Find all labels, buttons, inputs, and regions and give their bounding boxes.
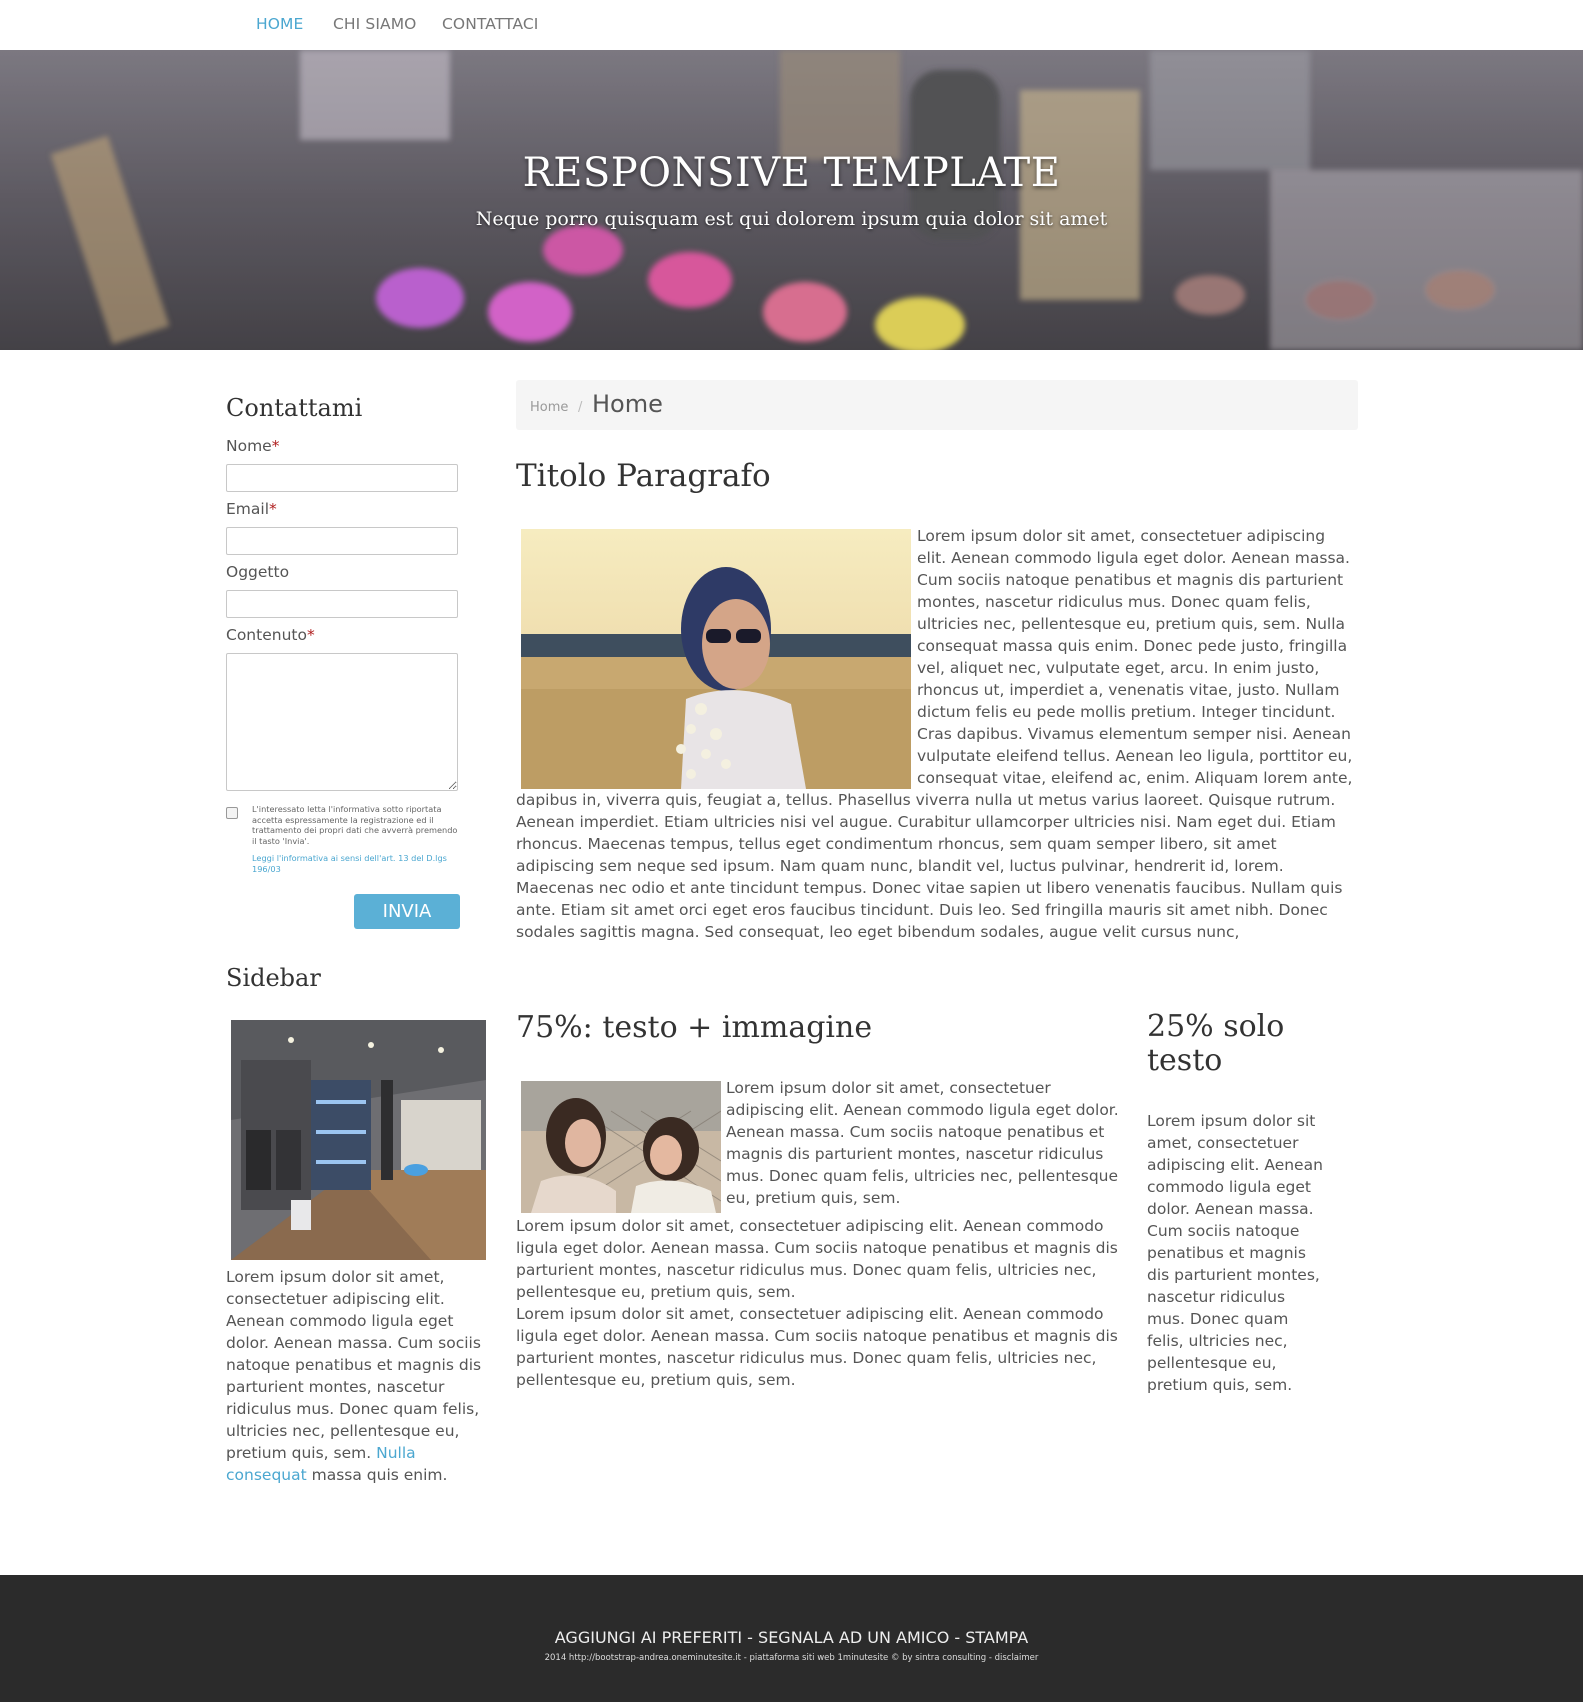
submit-button[interactable]: INVIA <box>354 894 460 929</box>
section-75-heading: 75%: testo + immagine <box>516 1010 873 1045</box>
section-25-heading: 25% solo testo <box>1147 1009 1285 1078</box>
nome-label: Nome* <box>226 437 280 455</box>
footer-links[interactable]: AGGIUNGI AI PREFERITI - SEGNALA AD UN AM… <box>0 1628 1583 1647</box>
top-navbar: HOME CHI SIAMO CONTATTACI <box>0 0 1583 50</box>
required-marker: * <box>269 500 277 518</box>
nome-field[interactable] <box>226 464 458 492</box>
sidebar-heading: Sidebar <box>226 964 321 992</box>
page-title: Titolo Paragrafo <box>516 458 771 494</box>
breadcrumb: Home / Home <box>516 380 1358 430</box>
footer: AGGIUNGI AI PREFERITI - SEGNALA AD UN AM… <box>0 1575 1583 1702</box>
hero-background-image <box>0 50 1583 350</box>
girl-sunglasses-image <box>521 529 911 789</box>
section-25-text: Lorem ipsum dolor sit amet, consectetuer… <box>1147 1112 1323 1394</box>
store-interior-image <box>231 1020 486 1260</box>
nav-item-home[interactable]: HOME <box>256 15 303 33</box>
email-label: Email* <box>226 500 277 518</box>
section-75-paragraph: Lorem ipsum dolor sit amet, consectetuer… <box>516 1305 1118 1389</box>
privacy-policy-link[interactable]: Leggi l'informativa ai sensi dell'art. 1… <box>252 853 462 874</box>
breadcrumb-home-link[interactable]: Home <box>530 400 568 415</box>
email-field[interactable] <box>226 527 458 555</box>
two-girls-image <box>521 1081 721 1213</box>
nav-item-contattaci[interactable]: CONTATTACI <box>442 15 538 33</box>
hero-subtitle: Neque porro quisquam est qui dolorem ips… <box>475 208 1108 230</box>
required-marker: * <box>271 437 280 455</box>
sidebar-text: Lorem ipsum dolor sit amet, consectetuer… <box>226 1268 482 1484</box>
section-75-paragraph: Lorem ipsum dolor sit amet, consectetuer… <box>516 1217 1118 1301</box>
consent-checkbox[interactable] <box>226 807 238 819</box>
hero-banner: RESPONSIVE TEMPLATE Neque porro quisquam… <box>0 50 1583 350</box>
oggetto-label: Oggetto <box>226 563 290 581</box>
contenuto-textarea[interactable] <box>226 653 458 791</box>
breadcrumb-separator: / <box>578 400 583 415</box>
nav-item-chi-siamo[interactable]: CHI SIAMO <box>333 15 416 33</box>
contenuto-label: Contenuto* <box>226 626 315 644</box>
oggetto-field[interactable] <box>226 590 458 618</box>
hero-title: RESPONSIVE TEMPLATE <box>522 150 1061 196</box>
consent-text: L'interessato letta l'informativa sotto … <box>252 804 458 846</box>
contact-heading: Contattami <box>226 394 363 422</box>
breadcrumb-current: Home <box>592 390 663 418</box>
footer-credits: 2014 http://bootstrap-andrea.oneminutesi… <box>544 1653 1039 1663</box>
required-marker: * <box>306 626 315 644</box>
